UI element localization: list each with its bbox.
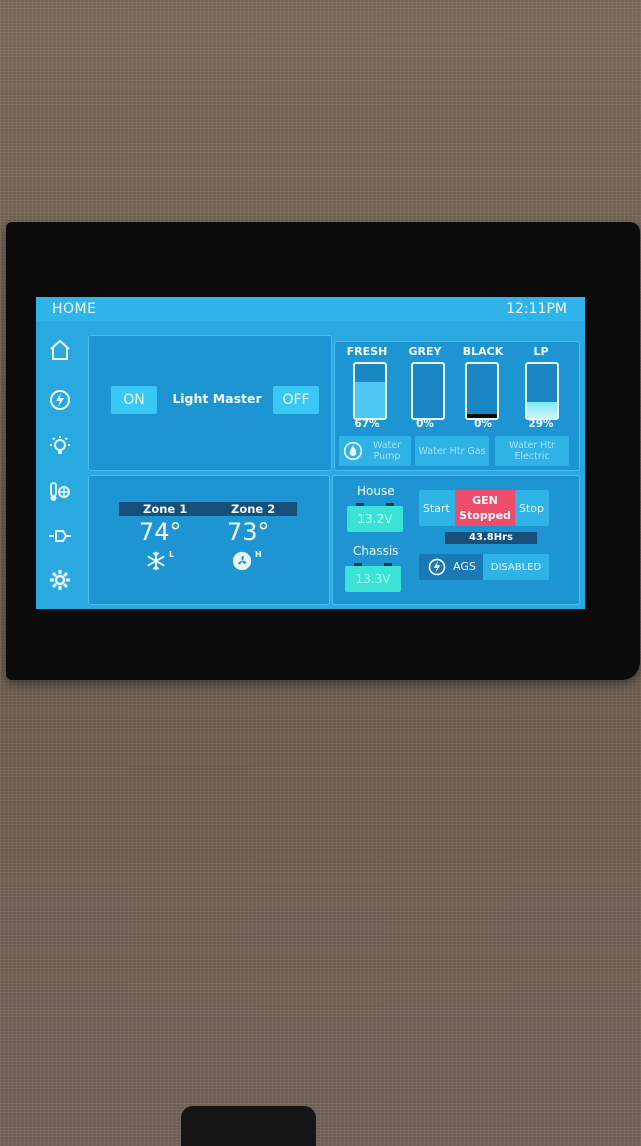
fresh-tank-percent: 67%	[354, 418, 380, 430]
generator-icon	[428, 558, 446, 576]
zone1-temperature[interactable]: 74°	[139, 518, 182, 546]
water-heater-electric-button[interactable]: Water Htr Electric	[495, 436, 569, 466]
clock: 12:11PM	[506, 301, 567, 317]
lp-tank-fill	[527, 402, 557, 418]
water-pump-button[interactable]: Water Pump	[339, 436, 411, 466]
fan-icon	[232, 551, 252, 571]
fresh-tank-fill	[355, 381, 385, 418]
tanks-panel: FRESH 67% GREY 0% BLACK 0% LP 29% Water …	[334, 341, 580, 471]
water-pump-label: Water Pump	[372, 440, 402, 462]
zone1-name: Zone 1	[143, 502, 188, 516]
sidebar	[36, 321, 84, 609]
black-tank-percent: 0%	[474, 418, 492, 430]
generator-start-button[interactable]: Start	[423, 502, 450, 515]
snowflake-icon	[147, 551, 165, 571]
generator-stop-button[interactable]: Stop	[519, 502, 544, 515]
zone-header: Zone 1 Zone 2	[119, 502, 297, 516]
water-drop-icon	[343, 441, 363, 461]
light-master-off-button[interactable]: OFF	[273, 386, 319, 414]
climate-panel: Zone 1 Zone 2 74° 73° L H	[88, 475, 330, 605]
light-master-on-button[interactable]: ON	[111, 386, 157, 414]
tank-label-lp: LP	[533, 345, 549, 358]
title-bar: HOME 12:11PM	[36, 297, 585, 321]
generator-control: Start GEN Stopped Stop	[419, 490, 549, 526]
generator-hours: 43.8Hrs	[445, 532, 537, 544]
generator-icon[interactable]	[47, 387, 73, 413]
zone2-mode: H	[255, 550, 262, 559]
light-master-control: ON Light Master OFF	[111, 386, 319, 414]
generator-title: GEN	[472, 494, 498, 507]
house-battery-label: House	[357, 484, 395, 498]
zone2-temperature[interactable]: 73°	[227, 518, 270, 546]
thermostat-icon[interactable]	[47, 479, 73, 505]
home-icon[interactable]	[47, 337, 73, 363]
house-battery-voltage: 13.2V	[347, 503, 403, 532]
lightbulb-icon[interactable]	[47, 433, 73, 459]
page-title: HOME	[52, 301, 97, 317]
chassis-battery-label: Chassis	[353, 544, 399, 558]
gear-icon[interactable]	[47, 567, 73, 593]
power-panel: House 13.2V Chassis 13.3V Start GEN Stop…	[332, 475, 580, 605]
tank-label-fresh: FRESH	[346, 345, 388, 358]
ags-control[interactable]: AGS DISABLED	[419, 554, 549, 580]
water-heater-gas-button[interactable]: Water Htr Gas	[415, 436, 489, 466]
black-tank-gauge	[465, 362, 499, 420]
ags-label: AGS	[453, 560, 476, 573]
zone1-mode: L	[169, 550, 175, 559]
grey-tank-percent: 0%	[416, 418, 434, 430]
lp-tank-percent: 29%	[528, 418, 554, 430]
slideout-icon[interactable]	[47, 523, 73, 549]
tank-label-grey: GREY	[408, 345, 442, 358]
lighting-panel: ON Light Master OFF	[88, 335, 332, 471]
generator-status-text: Stopped	[459, 509, 511, 522]
generator-status: GEN Stopped	[455, 490, 515, 526]
control-screen: HOME 12:11PM ON Light Master OFF FRESH 6…	[36, 297, 585, 609]
zone2-name: Zone 2	[231, 502, 276, 516]
tank-label-black: BLACK	[462, 345, 504, 358]
ags-status[interactable]: DISABLED	[483, 554, 549, 580]
lp-tank-gauge	[525, 362, 559, 420]
light-master-label: Light Master	[172, 391, 262, 406]
fresh-tank-gauge	[353, 362, 387, 420]
wall-mount-clip	[181, 1106, 316, 1146]
grey-tank-gauge	[411, 362, 445, 420]
chassis-battery-voltage: 13.3V	[345, 563, 401, 592]
